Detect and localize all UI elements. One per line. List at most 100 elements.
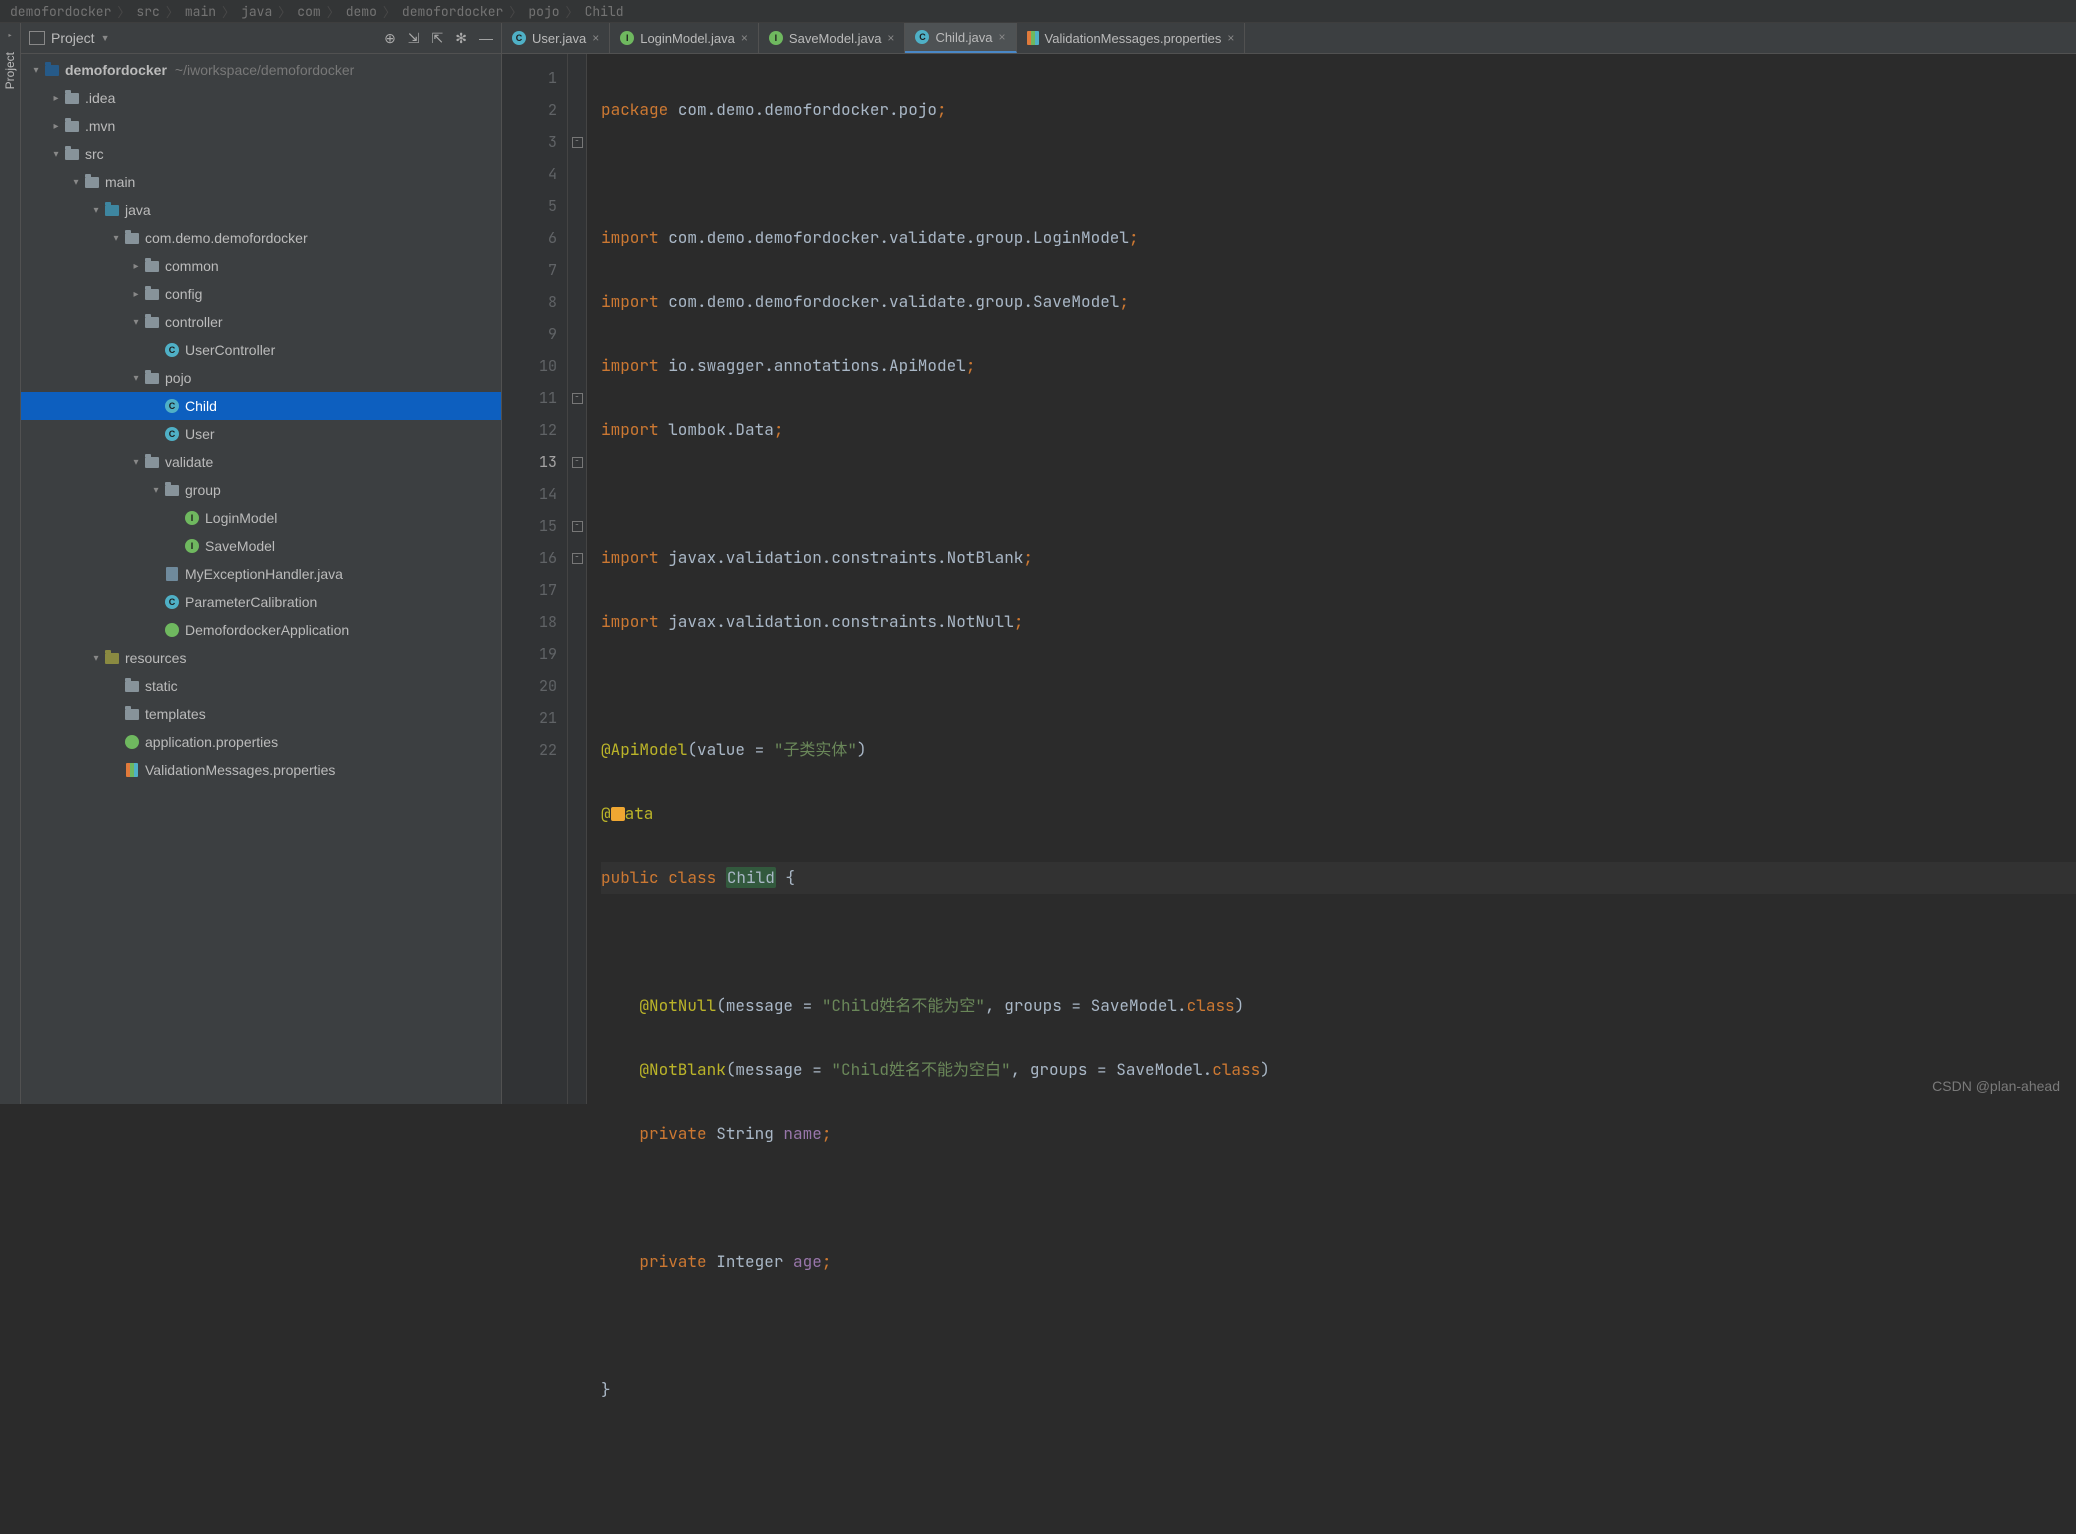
tree-main[interactable]: ▾ main bbox=[21, 168, 501, 196]
fold-icon[interactable]: − bbox=[572, 393, 583, 404]
tree-templates[interactable]: templates bbox=[21, 700, 501, 728]
package-icon bbox=[145, 317, 159, 328]
class-icon: C bbox=[915, 30, 929, 44]
package-icon bbox=[145, 373, 159, 384]
tree-pojo[interactable]: ▾ pojo bbox=[21, 364, 501, 392]
folder-icon bbox=[85, 177, 99, 188]
tab-label: LoginModel.java bbox=[640, 31, 735, 46]
breadcrumb-part[interactable]: demofordocker bbox=[402, 3, 503, 20]
tree-resources[interactable]: ▾ resources bbox=[21, 644, 501, 672]
editor-tab[interactable]: C User.java × bbox=[502, 23, 610, 53]
tree-src[interactable]: ▾ src bbox=[21, 140, 501, 168]
minimize-icon[interactable]: ▸ bbox=[7, 29, 13, 42]
project-tree[interactable]: ▾ demofordocker ~/iworkspace/demofordock… bbox=[21, 54, 501, 1104]
fold-gutter: − − − − − bbox=[568, 54, 587, 1104]
tree-demoapp[interactable]: DemofordockerApplication bbox=[21, 616, 501, 644]
locate-icon[interactable]: ⊕ bbox=[384, 30, 396, 47]
interface-icon: I bbox=[769, 31, 783, 45]
properties-file-icon bbox=[1027, 31, 1039, 45]
folder-icon bbox=[65, 93, 79, 104]
tree-idea[interactable]: ▸ .idea bbox=[21, 84, 501, 112]
breadcrumb-part[interactable]: main bbox=[185, 3, 216, 20]
fold-icon[interactable]: − bbox=[572, 553, 583, 564]
module-icon bbox=[45, 65, 59, 76]
tree-mvn[interactable]: ▸ .mvn bbox=[21, 112, 501, 140]
editor-tab[interactable]: ValidationMessages.properties× bbox=[1017, 23, 1246, 53]
code-content[interactable]: package com.demo.demofordocker.pojo; imp… bbox=[587, 54, 2076, 1104]
expand-all-icon[interactable]: ⇲ bbox=[408, 30, 420, 47]
folder-icon bbox=[65, 121, 79, 132]
chevron-down-icon[interactable]: ▼ bbox=[101, 33, 110, 43]
project-tool-label[interactable]: Project bbox=[3, 52, 17, 89]
breadcrumb: demofordocker〉src〉main〉java〉com〉demo〉dem… bbox=[0, 0, 2076, 23]
tab-label: User.java bbox=[532, 31, 586, 46]
tree-static[interactable]: static bbox=[21, 672, 501, 700]
close-icon[interactable]: × bbox=[1227, 31, 1234, 45]
breadcrumb-part[interactable]: pojo bbox=[528, 3, 559, 20]
tree-java[interactable]: ▾ java bbox=[21, 196, 501, 224]
tree-valmsg[interactable]: ValidationMessages.properties bbox=[21, 756, 501, 784]
breadcrumb-part[interactable]: Child bbox=[585, 3, 624, 20]
fold-icon[interactable]: − bbox=[572, 457, 583, 468]
tab-label: Child.java bbox=[935, 30, 992, 45]
breadcrumb-part[interactable]: demo bbox=[346, 3, 377, 20]
spring-icon bbox=[165, 623, 179, 637]
watermark: CSDN @plan-ahead bbox=[1932, 1078, 2060, 1094]
spring-props-icon bbox=[125, 735, 139, 749]
tree-package[interactable]: ▾ com.demo.demofordocker bbox=[21, 224, 501, 252]
intention-bulb-icon[interactable] bbox=[611, 807, 625, 821]
java-file-icon bbox=[166, 567, 178, 581]
tree-appprops[interactable]: application.properties bbox=[21, 728, 501, 756]
class-icon: C bbox=[165, 595, 179, 609]
fold-icon[interactable]: − bbox=[572, 137, 583, 148]
project-view-icon bbox=[29, 31, 45, 45]
project-header: Project ▼ ⊕ ⇲ ⇱ ✻ — bbox=[21, 23, 501, 54]
breadcrumb-part[interactable]: com bbox=[297, 3, 320, 20]
project-title[interactable]: Project bbox=[51, 30, 95, 46]
package-icon bbox=[145, 289, 159, 300]
tree-usercontroller[interactable]: C UserController bbox=[21, 336, 501, 364]
editor-tab[interactable]: C Child.java × bbox=[905, 23, 1016, 53]
class-icon: C bbox=[512, 31, 526, 45]
tree-group[interactable]: ▾ group bbox=[21, 476, 501, 504]
code-editor[interactable]: 12345678910111213141516171819202122 −−−−… bbox=[502, 54, 2076, 1104]
breadcrumb-part[interactable]: demofordocker bbox=[10, 3, 111, 20]
tree-paramcal[interactable]: C ParameterCalibration bbox=[21, 588, 501, 616]
tree-validate[interactable]: ▾ validate bbox=[21, 448, 501, 476]
package-icon bbox=[165, 485, 179, 496]
close-icon[interactable]: × bbox=[999, 30, 1006, 44]
hide-icon[interactable]: — bbox=[479, 30, 493, 46]
tree-savemodel[interactable]: I SaveModel bbox=[21, 532, 501, 560]
breadcrumb-part[interactable]: java bbox=[241, 3, 272, 20]
package-icon bbox=[145, 457, 159, 468]
gear-icon[interactable]: ✻ bbox=[455, 30, 467, 47]
tab-label: SaveModel.java bbox=[789, 31, 882, 46]
tree-root[interactable]: ▾ demofordocker ~/iworkspace/demofordock… bbox=[21, 56, 501, 84]
tree-child[interactable]: C Child bbox=[21, 392, 501, 420]
editor-tab[interactable]: I SaveModel.java × bbox=[759, 23, 906, 53]
class-icon: C bbox=[165, 343, 179, 357]
interface-icon: I bbox=[620, 31, 634, 45]
breadcrumb-part[interactable]: src bbox=[136, 3, 159, 20]
editor-area: C User.java × I LoginModel.java × I SaveModel.j… bbox=[502, 23, 2076, 1104]
editor-tabs: C User.java × I LoginModel.java × I SaveModel.j… bbox=[502, 23, 2076, 54]
package-icon bbox=[125, 233, 139, 244]
tree-myexh[interactable]: MyExceptionHandler.java bbox=[21, 560, 501, 588]
folder-icon bbox=[125, 709, 139, 720]
tree-config[interactable]: ▸ config bbox=[21, 280, 501, 308]
close-icon[interactable]: × bbox=[741, 31, 748, 45]
fold-icon[interactable]: − bbox=[572, 521, 583, 532]
collapse-all-icon[interactable]: ⇱ bbox=[432, 30, 444, 47]
tree-loginmodel[interactable]: I LoginModel bbox=[21, 504, 501, 532]
package-icon bbox=[145, 261, 159, 272]
tool-window-strip: ▸ Project bbox=[0, 23, 21, 1104]
tree-controller[interactable]: ▾ controller bbox=[21, 308, 501, 336]
editor-tab[interactable]: I LoginModel.java × bbox=[610, 23, 759, 53]
tree-user[interactable]: C User bbox=[21, 420, 501, 448]
project-panel: Project ▼ ⊕ ⇲ ⇱ ✻ — ▾ demofordocker ~/i bbox=[21, 23, 502, 1104]
line-gutter: 12345678910111213141516171819202122 bbox=[502, 54, 568, 1104]
close-icon[interactable]: × bbox=[887, 31, 894, 45]
tree-common[interactable]: ▸ common bbox=[21, 252, 501, 280]
interface-icon: I bbox=[185, 539, 199, 553]
close-icon[interactable]: × bbox=[592, 31, 599, 45]
